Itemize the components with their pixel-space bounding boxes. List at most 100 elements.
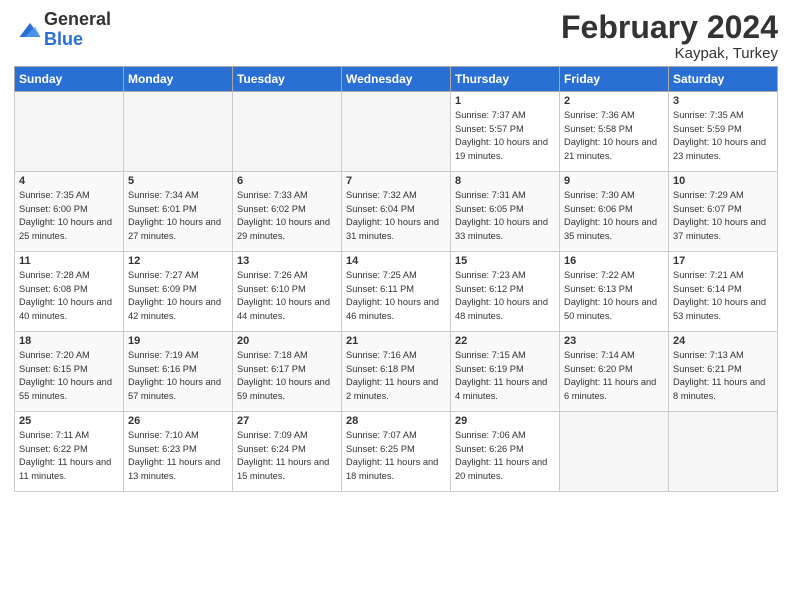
col-sunday: Sunday — [15, 67, 124, 92]
location: Kaypak, Turkey — [561, 45, 778, 62]
day-number: 10 — [673, 175, 773, 187]
calendar-cell: 20Sunrise: 7:18 AMSunset: 6:17 PMDayligh… — [233, 332, 342, 412]
calendar-cell: 11Sunrise: 7:28 AMSunset: 6:08 PMDayligh… — [15, 252, 124, 332]
day-info: Sunrise: 7:35 AMSunset: 5:59 PMDaylight:… — [673, 109, 773, 163]
day-info: Sunrise: 7:20 AMSunset: 6:15 PMDaylight:… — [19, 349, 119, 403]
day-info: Sunrise: 7:07 AMSunset: 6:25 PMDaylight:… — [346, 429, 446, 483]
day-number: 18 — [19, 335, 119, 347]
calendar-cell: 23 Sunrise: 7:14 AMSunset: 6:20 PMDayligh… — [560, 332, 669, 412]
calendar-cell: 5Sunrise: 7:34 AMSunset: 6:01 PMDaylight… — [124, 172, 233, 252]
calendar-cell: 4Sunrise: 7:35 AMSunset: 6:00 PMDaylight… — [15, 172, 124, 252]
logo-icon — [16, 16, 44, 44]
day-number: 6 — [237, 175, 337, 187]
calendar-cell: 14 Sunrise: 7:25 AMSunset: 6:11 PMDayligh… — [342, 252, 451, 332]
day-info: Sunrise: 7:23 AMSunset: 6:12 PMDaylight:… — [455, 269, 555, 323]
calendar-cell — [124, 92, 233, 172]
day-info: Sunrise: 7:25 AMSunset: 6:11 PMDaylight:… — [346, 269, 446, 323]
logo-general: General — [44, 10, 111, 30]
day-number: 7 — [346, 175, 446, 187]
day-number: 20 — [237, 335, 337, 347]
day-info: Sunrise: 7:09 AMSunset: 6:24 PMDaylight:… — [237, 429, 337, 483]
day-number: 28 — [346, 415, 446, 427]
day-number: 16 — [564, 255, 664, 267]
calendar-cell: 8 Sunrise: 7:31 AMSunset: 6:05 PMDaylight… — [451, 172, 560, 252]
calendar-cell: 9 Sunrise: 7:30 AMSunset: 6:06 PMDaylight… — [560, 172, 669, 252]
col-wednesday: Wednesday — [342, 67, 451, 92]
calendar-cell: 27 Sunrise: 7:09 AMSunset: 6:24 PMDayligh… — [233, 412, 342, 492]
day-number: 25 — [19, 415, 119, 427]
day-number: 22 — [455, 335, 555, 347]
day-number: 3 — [673, 95, 773, 107]
page-container: General Blue February 2024 Kaypak, Turke… — [0, 0, 792, 500]
day-info: Sunrise: 7:11 AMSunset: 6:22 PMDaylight:… — [19, 429, 119, 483]
calendar-cell: 29 Sunrise: 7:06 AMSunset: 6:26 PMDayligh… — [451, 412, 560, 492]
calendar-cell: 10 Sunrise: 7:29 AMSunset: 6:07 PMDayligh… — [669, 172, 778, 252]
calendar-cell: 21 Sunrise: 7:16 AMSunset: 6:18 PMDayligh… — [342, 332, 451, 412]
day-info: Sunrise: 7:13 AMSunset: 6:21 PMDaylight:… — [673, 349, 773, 403]
day-number: 27 — [237, 415, 337, 427]
calendar-cell: 6 Sunrise: 7:33 AMSunset: 6:02 PMDaylight… — [233, 172, 342, 252]
calendar-cell: 24 Sunrise: 7:13 AMSunset: 6:21 PMDayligh… — [669, 332, 778, 412]
col-tuesday: Tuesday — [233, 67, 342, 92]
logo: General Blue — [14, 10, 111, 50]
calendar-cell: 18 Sunrise: 7:20 AMSunset: 6:15 PMDayligh… — [15, 332, 124, 412]
day-number: 8 — [455, 175, 555, 187]
day-number: 9 — [564, 175, 664, 187]
day-info: Sunrise: 7:32 AMSunset: 6:04 PMDaylight:… — [346, 189, 446, 243]
calendar-cell: 19Sunrise: 7:19 AMSunset: 6:16 PMDayligh… — [124, 332, 233, 412]
day-info: Sunrise: 7:26 AMSunset: 6:10 PMDaylight:… — [237, 269, 337, 323]
day-info: Sunrise: 7:31 AMSunset: 6:05 PMDaylight:… — [455, 189, 555, 243]
day-info: Sunrise: 7:22 AMSunset: 6:13 PMDaylight:… — [564, 269, 664, 323]
header-row: Sunday Monday Tuesday Wednesday Thursday… — [15, 67, 778, 92]
day-number: 13 — [237, 255, 337, 267]
calendar-week-2: 4Sunrise: 7:35 AMSunset: 6:00 PMDaylight… — [15, 172, 778, 252]
day-info: Sunrise: 7:30 AMSunset: 6:06 PMDaylight:… — [564, 189, 664, 243]
day-info: Sunrise: 7:19 AMSunset: 6:16 PMDaylight:… — [128, 349, 228, 403]
calendar-cell: 28 Sunrise: 7:07 AMSunset: 6:25 PMDayligh… — [342, 412, 451, 492]
day-info: Sunrise: 7:28 AMSunset: 6:08 PMDaylight:… — [19, 269, 119, 323]
col-monday: Monday — [124, 67, 233, 92]
logo-text: General Blue — [44, 10, 111, 50]
calendar-cell — [560, 412, 669, 492]
day-number: 26 — [128, 415, 228, 427]
calendar-week-3: 11Sunrise: 7:28 AMSunset: 6:08 PMDayligh… — [15, 252, 778, 332]
day-info: Sunrise: 7:14 AMSunset: 6:20 PMDaylight:… — [564, 349, 664, 403]
day-number: 14 — [346, 255, 446, 267]
day-number: 17 — [673, 255, 773, 267]
col-saturday: Saturday — [669, 67, 778, 92]
calendar-cell — [15, 92, 124, 172]
calendar-week-1: 1Sunrise: 7:37 AMSunset: 5:57 PMDaylight… — [15, 92, 778, 172]
day-number: 29 — [455, 415, 555, 427]
day-info: Sunrise: 7:37 AMSunset: 5:57 PMDaylight:… — [455, 109, 555, 163]
day-info: Sunrise: 7:06 AMSunset: 6:26 PMDaylight:… — [455, 429, 555, 483]
day-number: 24 — [673, 335, 773, 347]
col-thursday: Thursday — [451, 67, 560, 92]
calendar-cell: 13 Sunrise: 7:26 AMSunset: 6:10 PMDayligh… — [233, 252, 342, 332]
day-info: Sunrise: 7:16 AMSunset: 6:18 PMDaylight:… — [346, 349, 446, 403]
calendar-table: Sunday Monday Tuesday Wednesday Thursday… — [14, 66, 778, 492]
calendar-cell: 15 Sunrise: 7:23 AMSunset: 6:12 PMDayligh… — [451, 252, 560, 332]
calendar-cell: 12Sunrise: 7:27 AMSunset: 6:09 PMDayligh… — [124, 252, 233, 332]
day-number: 4 — [19, 175, 119, 187]
day-info: Sunrise: 7:21 AMSunset: 6:14 PMDaylight:… — [673, 269, 773, 323]
title-block: February 2024 Kaypak, Turkey — [561, 10, 778, 62]
calendar-cell: 22Sunrise: 7:15 AMSunset: 6:19 PMDayligh… — [451, 332, 560, 412]
calendar-cell: 17 Sunrise: 7:21 AMSunset: 6:14 PMDayligh… — [669, 252, 778, 332]
calendar-cell: 1Sunrise: 7:37 AMSunset: 5:57 PMDaylight… — [451, 92, 560, 172]
calendar-cell: 26 Sunrise: 7:10 AMSunset: 6:23 PMDayligh… — [124, 412, 233, 492]
day-info: Sunrise: 7:10 AMSunset: 6:23 PMDaylight:… — [128, 429, 228, 483]
calendar-cell — [342, 92, 451, 172]
day-number: 21 — [346, 335, 446, 347]
header: General Blue February 2024 Kaypak, Turke… — [14, 10, 778, 62]
day-number: 5 — [128, 175, 228, 187]
calendar-cell: 25 Sunrise: 7:11 AMSunset: 6:22 PMDayligh… — [15, 412, 124, 492]
day-number: 15 — [455, 255, 555, 267]
calendar-week-5: 25 Sunrise: 7:11 AMSunset: 6:22 PMDayligh… — [15, 412, 778, 492]
day-number: 23 — [564, 335, 664, 347]
calendar-cell — [669, 412, 778, 492]
calendar-week-4: 18 Sunrise: 7:20 AMSunset: 6:15 PMDayligh… — [15, 332, 778, 412]
calendar-cell: 16 Sunrise: 7:22 AMSunset: 6:13 PMDayligh… — [560, 252, 669, 332]
day-info: Sunrise: 7:29 AMSunset: 6:07 PMDaylight:… — [673, 189, 773, 243]
day-number: 12 — [128, 255, 228, 267]
day-info: Sunrise: 7:33 AMSunset: 6:02 PMDaylight:… — [237, 189, 337, 243]
